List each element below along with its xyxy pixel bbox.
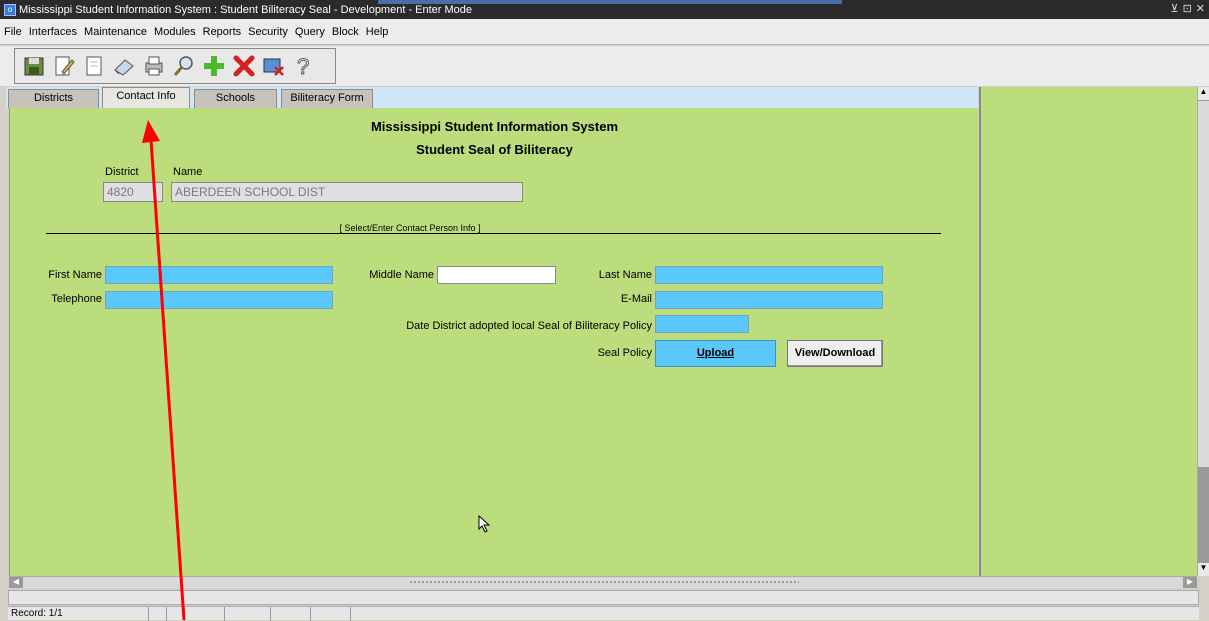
status-separator <box>166 607 167 621</box>
record-indicator: Record: 1/1 <box>11 608 63 619</box>
status-separator <box>148 607 149 621</box>
status-info-area: Record: 1/1 <box>8 606 1199 621</box>
blank-page-icon[interactable] <box>79 51 108 81</box>
menu-modules[interactable]: Modules <box>154 26 196 38</box>
right-panel <box>979 87 1197 576</box>
exit-icon[interactable] <box>259 51 288 81</box>
delete-icon[interactable] <box>229 51 258 81</box>
email-field[interactable] <box>655 291 883 309</box>
svg-text:?: ? <box>297 54 309 78</box>
menu-query[interactable]: Query <box>295 26 325 38</box>
middle-name-label: Middle Name <box>369 269 434 281</box>
window-title: Mississippi Student Information System :… <box>19 3 473 16</box>
date-adopted-label: Date District adopted local Seal of Bili… <box>406 320 652 332</box>
close-icon[interactable]: ✕ <box>1196 2 1205 15</box>
menu-block[interactable]: Block <box>332 26 359 38</box>
email-label: E-Mail <box>620 293 652 305</box>
section-divider <box>46 233 941 234</box>
restore-icon[interactable]: ⊡ <box>1183 2 1192 15</box>
tab-biliteracy-form[interactable]: Biliteracy Form <box>281 89 373 108</box>
scroll-thumb[interactable] <box>1198 467 1209 562</box>
save-icon[interactable] <box>19 51 48 81</box>
contact-info-form: Mississippi Student Information System S… <box>9 108 978 576</box>
date-adopted-field[interactable] <box>655 315 749 333</box>
title-bar: o Mississippi Student Information System… <box>0 0 1209 19</box>
form-heading-seal: Student Seal of Biliteracy <box>416 142 573 157</box>
menu-reports[interactable]: Reports <box>203 26 242 38</box>
add-icon[interactable] <box>199 51 228 81</box>
vertical-scrollbar[interactable]: ▲ ▼ <box>1197 87 1209 576</box>
name-label: Name <box>173 166 203 178</box>
district-label: District <box>105 166 139 178</box>
status-bar: Record: 1/1 <box>0 588 1209 621</box>
tab-strip: Districts Contact Info Schools Biliterac… <box>6 87 978 109</box>
menu-maintenance[interactable]: Maintenance <box>84 26 147 38</box>
tab-contact-info[interactable]: Contact Info <box>102 87 190 109</box>
edit-icon[interactable] <box>49 51 78 81</box>
view-download-button[interactable]: View/Download <box>787 340 883 367</box>
tab-districts[interactable]: Districts <box>8 89 99 108</box>
status-separator <box>224 607 225 621</box>
status-separator <box>270 607 271 621</box>
app-icon: o <box>4 3 16 16</box>
search-icon[interactable] <box>169 51 198 81</box>
district-field[interactable]: 4820 <box>103 182 163 202</box>
name-field[interactable]: ABERDEEN SCHOOL DIST <box>171 182 523 202</box>
eraser-icon[interactable] <box>109 51 138 81</box>
mouse-cursor-icon <box>478 514 492 538</box>
horizontal-scrollbar[interactable]: ◀ ▶ <box>9 576 1197 588</box>
toolbar-frame: ? <box>14 48 336 84</box>
scroll-down-icon[interactable]: ▼ <box>1198 562 1209 576</box>
upload-button-label: Upload <box>696 347 735 359</box>
first-name-label: First Name <box>48 269 102 281</box>
section-caption: [ Select/Enter Contact Person Info ] <box>339 223 481 233</box>
tab-schools[interactable]: Schools <box>194 89 277 108</box>
status-message-area <box>8 590 1199 605</box>
status-separator <box>310 607 311 621</box>
toolbar: ? <box>0 46 1209 87</box>
telephone-field[interactable] <box>105 291 333 309</box>
last-name-label: Last Name <box>598 269 652 281</box>
last-name-field[interactable] <box>655 266 883 284</box>
upload-button[interactable]: Upload <box>655 340 776 367</box>
seal-policy-label: Seal Policy <box>597 347 652 359</box>
status-separator <box>350 607 351 621</box>
middle-name-field[interactable] <box>437 266 556 284</box>
telephone-label: Telephone <box>51 293 102 305</box>
first-name-field[interactable] <box>105 266 333 284</box>
menu-bar: File Interfaces Maintenance Modules Repo… <box>0 19 1209 45</box>
print-icon[interactable] <box>139 51 168 81</box>
menu-help[interactable]: Help <box>366 26 389 38</box>
scroll-up-icon[interactable]: ▲ <box>1198 87 1209 101</box>
scroll-left-icon[interactable]: ◀ <box>9 577 23 588</box>
menu-security[interactable]: Security <box>248 26 288 38</box>
menu-interfaces[interactable]: Interfaces <box>29 26 77 38</box>
minimize-icon[interactable]: ⊻ <box>1171 2 1179 15</box>
menu-file[interactable]: File <box>4 26 22 38</box>
status-separator <box>184 607 185 621</box>
form-heading-system: Mississippi Student Information System <box>370 119 619 134</box>
scroll-grip[interactable] <box>409 580 799 585</box>
scroll-right-icon[interactable]: ▶ <box>1183 577 1197 588</box>
title-highlight <box>378 0 842 4</box>
help-icon[interactable]: ? <box>289 51 318 81</box>
window-controls: ⊻ ⊡ ✕ <box>1171 2 1206 15</box>
